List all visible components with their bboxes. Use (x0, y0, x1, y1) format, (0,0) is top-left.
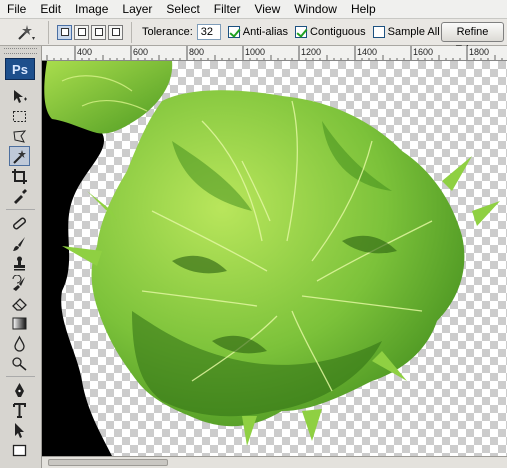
tolerance-input[interactable]: 32 (196, 24, 221, 40)
add-to-selection-button[interactable] (74, 24, 89, 40)
menu-help[interactable]: Help (344, 0, 383, 19)
scrollbar-thumb[interactable] (48, 459, 168, 466)
dodge-tool-icon[interactable] (9, 353, 30, 373)
ruler-label: 1800 (469, 47, 489, 57)
tool-separator (6, 376, 35, 377)
eraser-tool-icon[interactable] (9, 293, 30, 313)
menu-image[interactable]: Image (68, 0, 115, 19)
gradient-tool-icon[interactable] (9, 313, 30, 333)
type-tool-icon[interactable] (9, 400, 30, 420)
menu-edit[interactable]: Edit (33, 0, 68, 19)
contiguous-label: Contiguous (310, 26, 366, 38)
new-selection-button[interactable] (57, 24, 72, 40)
tool-separator (6, 209, 35, 210)
ruler-label: 400 (77, 47, 92, 57)
menu-window[interactable]: Window (287, 0, 344, 19)
contiguous-checkbox[interactable]: Contiguous (295, 26, 366, 38)
lasso-tool-icon[interactable] (9, 126, 30, 146)
ruler-label: 1000 (245, 47, 265, 57)
history-brush-tool-icon[interactable] (9, 273, 30, 293)
path-selection-tool-icon[interactable] (9, 420, 30, 440)
pen-tool-icon[interactable] (9, 380, 30, 400)
blur-tool-icon[interactable] (9, 333, 30, 353)
options-bar: Tolerance: 32 Anti-alias Contiguous Samp… (0, 19, 507, 56)
tool-preset-picker[interactable] (3, 20, 49, 44)
move-tool-icon[interactable] (9, 86, 30, 106)
clone-stamp-tool-icon[interactable] (9, 253, 30, 273)
magic-wand-icon (17, 25, 35, 40)
ruler-label: 800 (189, 47, 204, 57)
menu-view[interactable]: View (247, 0, 287, 19)
ruler-label: 1200 (301, 47, 321, 57)
toolbox: Ps (0, 46, 42, 468)
refine-edge-button[interactable]: Refine Edge... (441, 22, 504, 56)
menu-layer[interactable]: Layer (115, 0, 159, 19)
menu-file[interactable]: File (0, 0, 33, 19)
sample-all-layers-check-box[interactable] (372, 26, 385, 38)
intersect-selection-button[interactable] (108, 24, 123, 40)
menu-bar: File Edit Image Layer Select Filter View… (0, 0, 507, 19)
menu-select[interactable]: Select (159, 0, 206, 19)
horizontal-ruler: 400600800100012001400160018002000 (42, 46, 507, 61)
ruler-label: 600 (133, 47, 148, 57)
plant-image (42, 61, 500, 456)
subtract-from-selection-button[interactable] (91, 24, 106, 40)
crop-tool-icon[interactable] (9, 166, 30, 186)
magic-wand-tool-icon[interactable] (9, 146, 30, 166)
eyedropper-tool-icon[interactable] (9, 186, 30, 206)
toolbox-grip[interactable] (4, 48, 37, 54)
anti-alias-check-box[interactable] (227, 26, 240, 38)
marquee-tool-icon[interactable] (9, 106, 30, 126)
ruler-label: 1600 (413, 47, 433, 57)
anti-alias-label: Anti-alias (242, 26, 289, 38)
selection-mode-group (57, 21, 132, 43)
anti-alias-checkbox[interactable]: Anti-alias (227, 26, 289, 38)
tolerance-label: Tolerance: (142, 26, 193, 38)
rectangle-tool-icon[interactable] (9, 440, 30, 460)
ruler-ticks: 400600800100012001400160018002000 (46, 46, 503, 60)
brush-tool-icon[interactable] (9, 233, 30, 253)
contiguous-check-box[interactable] (295, 26, 308, 38)
menu-filter[interactable]: Filter (207, 0, 248, 19)
healing-brush-tool-icon[interactable] (9, 213, 30, 233)
ruler-label: 1400 (357, 47, 377, 57)
ps-logo: Ps (5, 58, 35, 80)
horizontal-scrollbar[interactable] (42, 456, 507, 468)
document-canvas[interactable] (42, 61, 507, 456)
